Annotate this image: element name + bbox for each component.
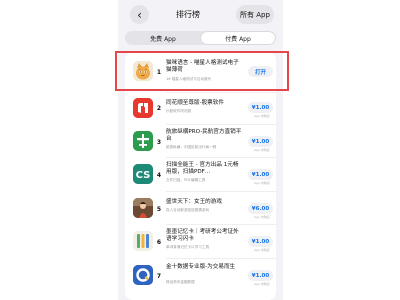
rank-number: 2 (156, 105, 162, 112)
rank-number: 4 (156, 172, 162, 179)
in-app-purchase-note: App 内购买 (254, 282, 270, 286)
tab-paid-apps[interactable]: 付费 App (201, 32, 275, 44)
price-button[interactable]: ¥1.00 (248, 102, 273, 113)
app-subtitle: 单词背诵记忆卡片学习工具 (166, 245, 210, 249)
app-name: 航旅纵横PRO-民航官方直销平台 (166, 129, 242, 143)
stock-app-icon (133, 98, 153, 118)
app-name: 扫描全能王 - 官方出品 1元畅用版，扫描PDF… (166, 162, 239, 176)
all-apps-button[interactable]: 所有 App (236, 5, 274, 24)
chevron-left-icon: ‹ (137, 7, 142, 22)
back-button[interactable]: ‹ (130, 5, 149, 24)
app-subtitle: 文件扫描、PDF编辑工具 (166, 178, 206, 182)
app-name: 金十数据专业版-为交易而生 (166, 264, 236, 270)
in-app-purchase-note: App 内购买 (254, 148, 270, 152)
price-button[interactable]: ¥1.00 (248, 136, 273, 147)
list-item[interactable]: 5 盛世天下：女王的游戏 真人互动影游宫廷剧情游戏 ¥6.00 App 内购买 (125, 192, 276, 224)
in-app-purchase-note: App 内购买 (254, 114, 270, 118)
list-item[interactable]: CS 4 扫描全能王 - 官方出品 1元畅用版，扫描PDF… 文件扫描、PDF编… (125, 158, 276, 191)
rank-number: 3 (156, 139, 162, 146)
in-app-purchase-note: App 内购买 (254, 215, 270, 219)
rank-number: 6 (156, 239, 162, 246)
flashcard-app-icon (133, 231, 153, 251)
app-subtitle: 财经资讯金融数据 (166, 280, 195, 284)
in-app-purchase-note: App 内购买 (254, 248, 270, 252)
rank-number: 7 (156, 273, 162, 280)
app-subtitle: 真人互动影游宫廷剧情游戏 (166, 208, 210, 212)
app-subtitle: 炒股软件同花顺 (166, 109, 192, 113)
app-subtitle: 航旅纵横，中国民航出行每一程 (166, 145, 217, 149)
in-app-purchase-note: App 内购买 (254, 181, 270, 185)
finance-app-icon (133, 265, 153, 285)
price-button[interactable]: ¥6.00 (248, 203, 273, 214)
game-app-icon (133, 198, 153, 218)
list-item[interactable]: 3 航旅纵横PRO-民航官方直销平台 航旅纵横，中国民航出行每一程 ¥1.00 … (125, 125, 276, 157)
flight-app-icon (133, 131, 153, 151)
top-bar: ‹ 排行榜 所有 App (118, 0, 283, 30)
app-name: 同花顺至尊版-股票软件 (166, 100, 224, 106)
price-button[interactable]: ¥1.00 (248, 270, 273, 281)
price-button[interactable]: ¥1.00 (248, 236, 273, 247)
highlight-box (115, 51, 289, 91)
price-button[interactable]: ¥1.00 (248, 169, 273, 180)
list-item[interactable]: 7 金十数据专业版-为交易而生 财经资讯金融数据 ¥1.00 App 内购买 (125, 259, 276, 293)
scanner-app-icon: CS (133, 164, 153, 184)
segmented-control: 免费 App 付费 App (125, 31, 276, 45)
app-store-panel: ‹ 排行榜 所有 App 免费 App 付费 App 1 猫咪语言 - 喵星人格… (118, 0, 283, 300)
rank-number: 5 (156, 206, 162, 213)
list-item[interactable]: 2 同花顺至尊版-股票软件 炒股软件同花顺 ¥1.00 App 内购买 (125, 93, 276, 124)
app-name: 墨墨记忆卡｜考研考公考证外语学习闪卡 (166, 229, 239, 243)
tab-free-apps[interactable]: 免费 App (126, 32, 200, 44)
page-title: 排行榜 (176, 10, 200, 19)
svg-text:CS: CS (136, 170, 151, 181)
app-name: 盛世天下：女王的游戏 (166, 199, 222, 205)
list-item[interactable]: 6 墨墨记忆卡｜考研考公考证外语学习闪卡 单词背诵记忆卡片学习工具 ¥1.00 … (125, 225, 276, 258)
